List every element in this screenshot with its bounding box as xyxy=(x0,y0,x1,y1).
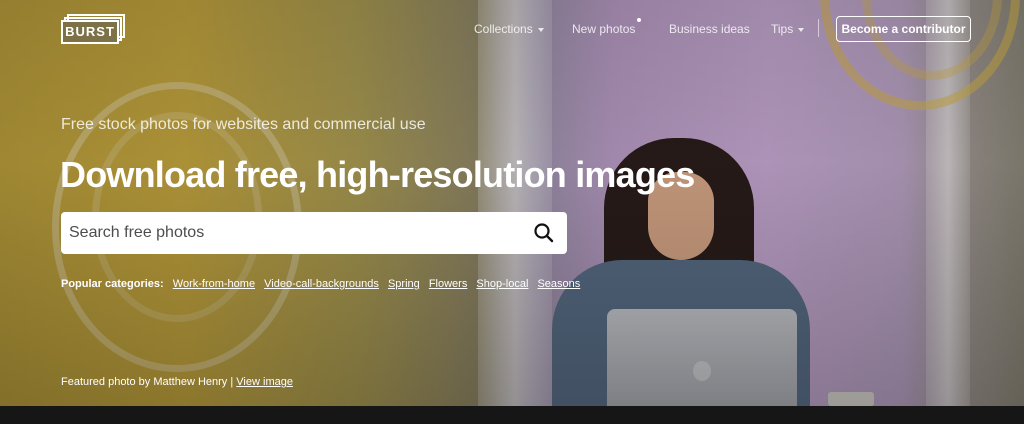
burst-logo[interactable]: BURST xyxy=(61,14,127,46)
view-image-link[interactable]: View image xyxy=(236,376,293,388)
become-contributor-button[interactable]: Become a contributor xyxy=(836,16,971,42)
category-link-flowers[interactable]: Flowers xyxy=(429,278,468,290)
search-button[interactable] xyxy=(531,220,557,246)
popular-categories-label: Popular categories: xyxy=(61,278,164,290)
featured-photo-credit-text: Featured photo by Matthew Henry | xyxy=(61,376,234,388)
nav-collections[interactable]: Collections xyxy=(474,22,544,36)
featured-photo-credit: Featured photo by Matthew Henry | View i… xyxy=(61,376,293,388)
popular-categories: Popular categories: Work-from-home Video… xyxy=(61,278,586,290)
hero-background-photo xyxy=(0,0,1024,406)
new-indicator-dot xyxy=(637,18,641,22)
search-bar xyxy=(61,212,567,254)
nav-divider xyxy=(818,19,819,37)
hero-overlay xyxy=(0,0,1024,406)
hero-headline: Download free, high-resolution images xyxy=(60,154,695,195)
caret-down-icon xyxy=(537,27,544,32)
category-link-video-call-backgrounds[interactable]: Video-call-backgrounds xyxy=(264,278,379,290)
nav-tips-label: Tips xyxy=(771,22,794,36)
search-input[interactable] xyxy=(69,212,525,254)
category-link-work-from-home[interactable]: Work-from-home xyxy=(173,278,255,290)
caret-down-icon xyxy=(798,27,805,32)
nav-collections-label: Collections xyxy=(474,22,533,36)
nav-business-ideas-label: Business ideas xyxy=(669,22,750,36)
bottom-bar xyxy=(0,406,1024,424)
category-link-spring[interactable]: Spring xyxy=(388,278,420,290)
top-navigation: BURST Collections New photos Business id… xyxy=(0,0,1024,60)
category-link-seasons[interactable]: Seasons xyxy=(537,278,580,290)
category-link-shop-local[interactable]: Shop-local xyxy=(476,278,528,290)
nav-business-ideas[interactable]: Business ideas xyxy=(669,22,750,36)
logo-text: BURST xyxy=(61,20,119,44)
nav-tips[interactable]: Tips xyxy=(771,22,805,36)
hero-subtitle: Free stock photos for websites and comme… xyxy=(61,116,426,133)
nav-new-photos[interactable]: New photos xyxy=(572,22,635,36)
search-icon xyxy=(534,223,554,243)
nav-new-photos-label: New photos xyxy=(572,22,636,36)
